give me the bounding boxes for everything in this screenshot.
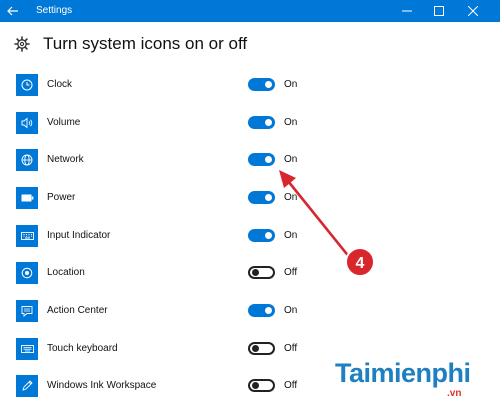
- setting-row-power: Power On: [16, 187, 476, 213]
- toggle-state-label: On: [284, 79, 298, 90]
- watermark-brand: Taimienphi: [335, 358, 471, 388]
- setting-label: Touch keyboard: [47, 343, 118, 354]
- setting-row-input-indicator: Input Indicator On: [16, 225, 476, 251]
- clock-icon: [21, 79, 33, 91]
- setting-row-action-center: Action Center On: [16, 300, 476, 326]
- location-icon: [21, 267, 33, 279]
- close-button[interactable]: [458, 0, 488, 22]
- toggle-state-label: On: [284, 192, 298, 203]
- setting-row-volume: Volume On: [16, 112, 476, 138]
- setting-label: Clock: [47, 79, 73, 90]
- minimize-icon: [402, 10, 412, 12]
- network-globe-icon: [21, 154, 33, 166]
- toggle-knob: [265, 81, 272, 88]
- power-toggle[interactable]: [248, 191, 275, 204]
- clock-toggle[interactable]: [248, 78, 275, 91]
- battery-icon: [21, 194, 33, 202]
- toggle-state-label: Off: [284, 267, 298, 278]
- watermark-domain: .vn: [447, 388, 462, 399]
- maximize-button[interactable]: [424, 0, 454, 22]
- toggle-knob: [252, 382, 259, 389]
- close-icon: [468, 6, 478, 16]
- toggle-knob: [265, 194, 272, 201]
- toggle-knob: [265, 307, 272, 314]
- window-title: Settings: [36, 5, 73, 16]
- maximize-icon: [434, 6, 444, 16]
- touch-keyboard-icon: [20, 345, 34, 353]
- keyboard-icon: [20, 232, 34, 240]
- toggle-state-label: On: [284, 154, 298, 165]
- network-toggle[interactable]: [248, 153, 275, 166]
- setting-label: Power: [47, 192, 76, 203]
- setting-label: Network: [47, 154, 84, 165]
- back-button[interactable]: [0, 0, 26, 22]
- toggle-state-label: On: [284, 305, 298, 316]
- volume-icon: [21, 117, 33, 129]
- setting-label: Volume: [47, 117, 81, 128]
- toggle-knob: [265, 119, 272, 126]
- page-title: Turn system icons on or off: [43, 34, 248, 53]
- watermark-logo: Taimienphi .vn: [335, 358, 471, 399]
- volume-toggle[interactable]: [248, 116, 275, 129]
- back-arrow-icon: [7, 6, 18, 16]
- gear-icon: [14, 36, 30, 52]
- toggle-state-label: Off: [284, 343, 298, 354]
- setting-label: Windows Ink Workspace: [47, 380, 157, 391]
- setting-label: Input Indicator: [47, 230, 111, 241]
- windows-ink-toggle[interactable]: [248, 379, 275, 392]
- setting-row-location: Location Off: [16, 262, 476, 288]
- minimize-button[interactable]: [392, 0, 422, 22]
- action-center-icon: [21, 306, 33, 317]
- toggle-knob: [265, 232, 272, 239]
- toggle-state-label: Off: [284, 380, 298, 391]
- action-center-toggle[interactable]: [248, 304, 275, 317]
- setting-row-clock: Clock On: [16, 74, 476, 100]
- input-indicator-toggle[interactable]: [248, 229, 275, 242]
- setting-label: Location: [47, 267, 85, 278]
- setting-label: Action Center: [47, 305, 108, 316]
- toggle-knob: [252, 269, 259, 276]
- toggle-knob: [252, 345, 259, 352]
- location-toggle[interactable]: [248, 266, 275, 279]
- page-header: Turn system icons on or off: [14, 34, 247, 54]
- toggle-state-label: On: [284, 117, 298, 128]
- touch-keyboard-toggle[interactable]: [248, 342, 275, 355]
- toggle-knob: [265, 156, 272, 163]
- pen-icon: [22, 380, 33, 391]
- toggle-state-label: On: [284, 230, 298, 241]
- setting-row-network: Network On: [16, 149, 476, 175]
- title-bar: Settings: [0, 0, 500, 22]
